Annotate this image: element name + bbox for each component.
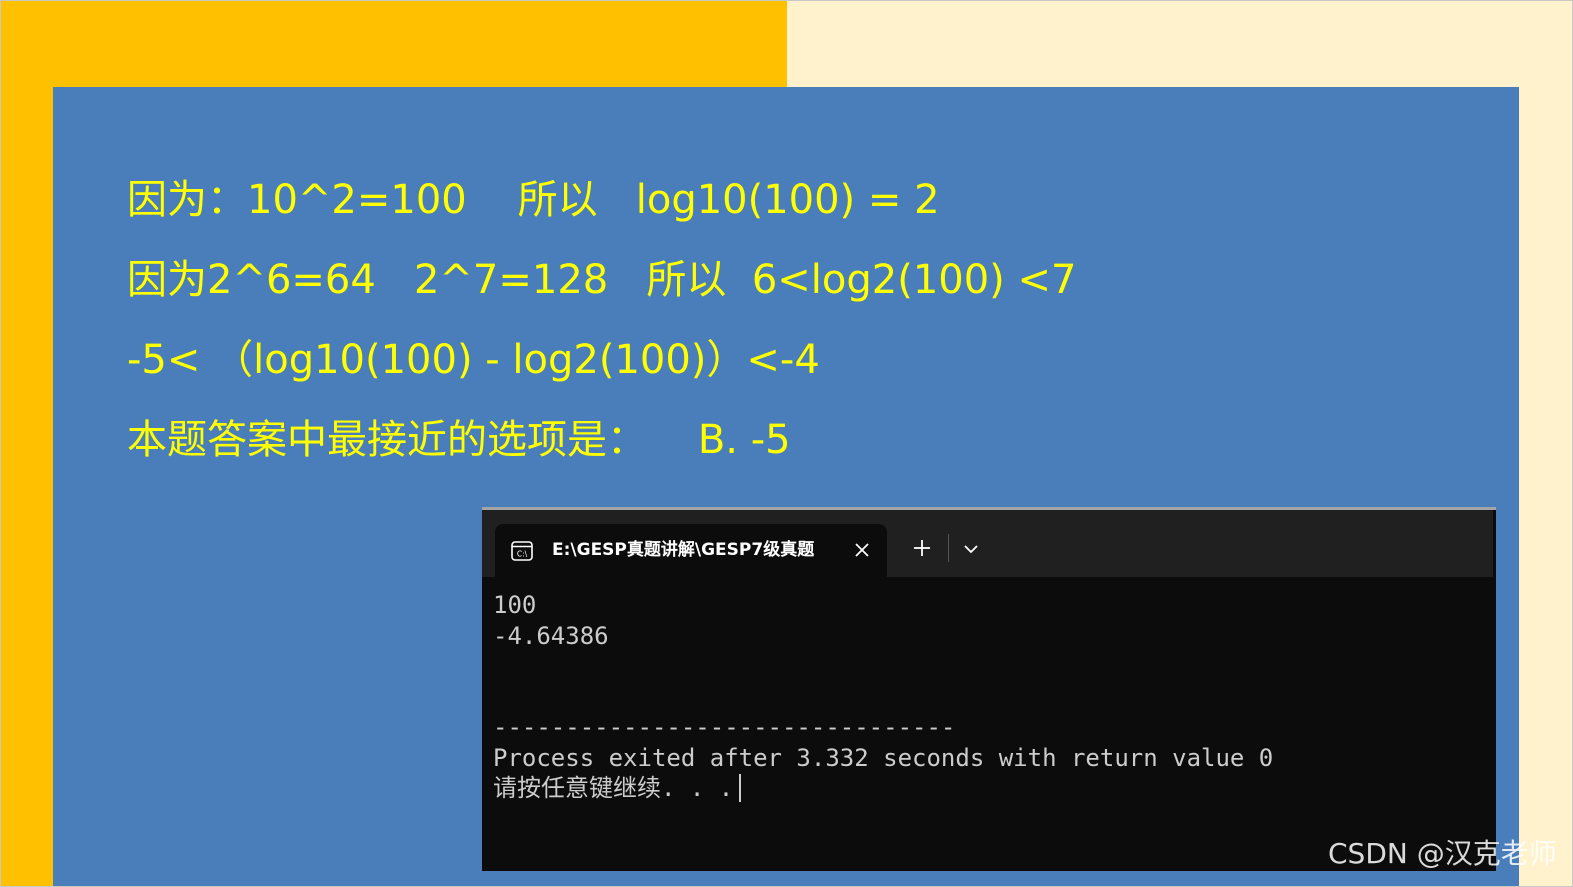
terminal-tab-title: E:\GESP真题讲解\GESP7级真题 — [552, 540, 815, 560]
terminal-titlebar: C:\ E:\GESP真题讲解\GESP7级真题 — [482, 510, 1493, 577]
terminal-output[interactable]: 100 -4.64386 ---------------------------… — [493, 590, 1273, 804]
terminal-output-line: 100 — [493, 591, 537, 619]
titlebar-divider — [948, 534, 949, 562]
text-cursor — [739, 774, 742, 802]
terminal-tab[interactable]: C:\ E:\GESP真题讲解\GESP7级真题 — [495, 524, 887, 577]
plus-icon[interactable] — [910, 536, 934, 560]
explanation-line-4: 本题答案中最接近的选项是： B. -5 — [127, 417, 791, 463]
close-icon[interactable] — [851, 539, 873, 561]
terminal-output-line: -4.64386 — [493, 621, 609, 650]
terminal-prompt-text: 请按任意键继续. . . — [493, 774, 734, 802]
chevron-down-icon[interactable] — [962, 540, 980, 558]
slide: 因为：10^2=100 所以 log10(100) = 2 因为2^6=64 2… — [0, 0, 1573, 887]
watermark: CSDN @汉克老师 — [1328, 837, 1557, 870]
terminal-output-line: Process exited after 3.332 seconds with … — [493, 743, 1274, 772]
terminal-icon: C:\ — [511, 540, 533, 562]
explanation-line-3: -5< （log10(100) - log2(100)）<-4 — [127, 337, 820, 383]
terminal-output-line: -------------------------------- — [493, 713, 956, 741]
terminal-prompt-line: 请按任意键继续. . . — [493, 773, 1273, 804]
explanation-line-2: 因为2^6=64 2^7=128 所以 6<log2(100) <7 — [127, 257, 1077, 303]
explanation-line-1: 因为：10^2=100 所以 log10(100) = 2 — [127, 177, 940, 223]
terminal-window[interactable]: C:\ E:\GESP真题讲解\GESP7级真题 100 -4.64386 --… — [482, 507, 1496, 871]
svg-text:C:\: C:\ — [517, 550, 528, 559]
